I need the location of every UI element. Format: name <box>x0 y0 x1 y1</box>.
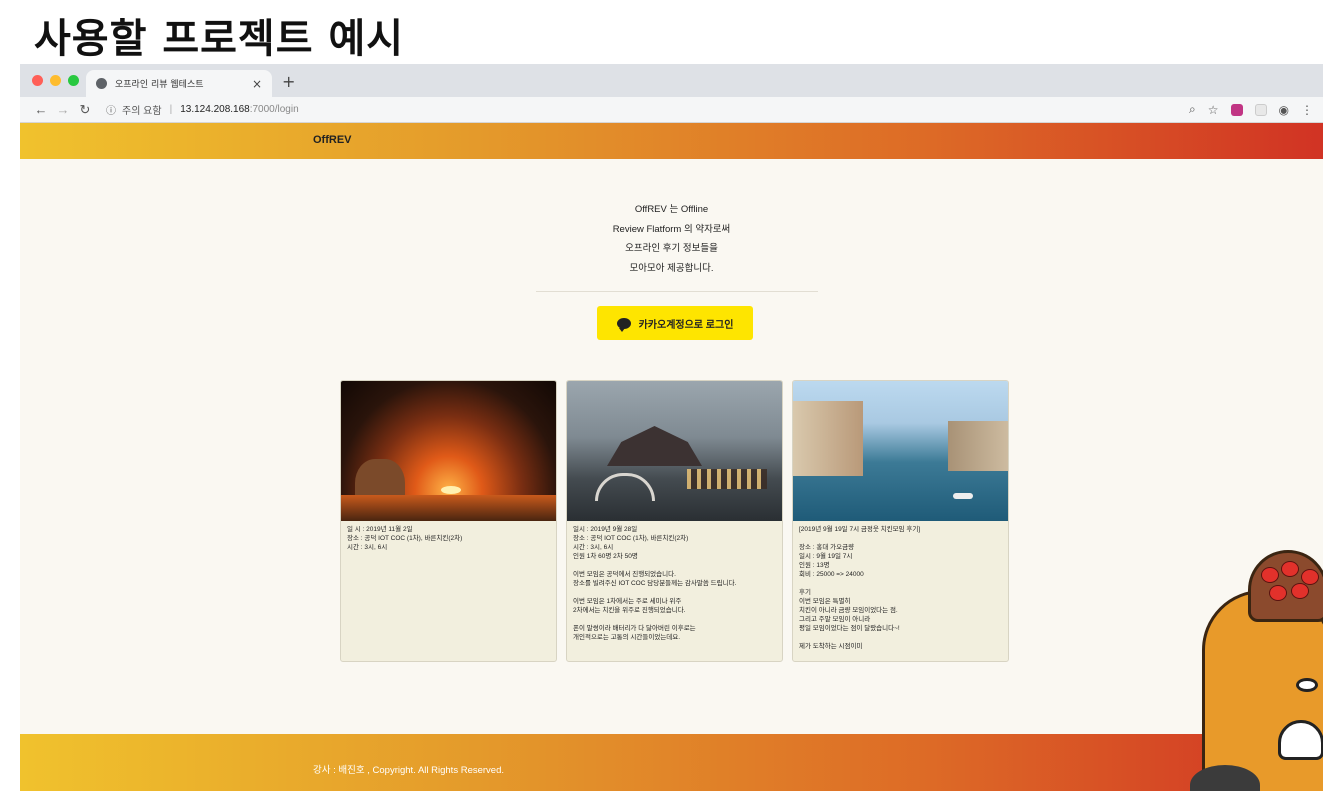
review-line: 시간 : 3시, 6시 <box>347 544 388 551</box>
review-line: 장소 : 공덕 IOT COC (1차), 바른치킨(2차) <box>347 535 463 542</box>
maximize-window-button[interactable] <box>68 75 79 86</box>
speech-bubble-icon <box>616 317 631 332</box>
review-line: 폰이 말썽이라 배터리가 다 닳아버린 이후로는 <box>573 625 696 632</box>
review-line: 인원 : 13명 <box>799 562 830 569</box>
star-icon[interactable]: ☆ <box>1208 103 1219 117</box>
intro-text: OffREV 는 Offline Review Flatform 의 약자로써 … <box>20 200 1323 278</box>
review-image <box>341 381 556 521</box>
mascot-illustration <box>1178 550 1323 791</box>
review-line: 시간 : 3시, 6시 <box>573 544 614 551</box>
close-tab-icon[interactable]: × <box>252 77 262 91</box>
zoom-icon[interactable]: ⌕ <box>1189 102 1196 117</box>
divider <box>536 291 818 292</box>
site-header: OffREV <box>20 123 1323 159</box>
review-line <box>573 615 776 624</box>
browser-toolbar: ← → ↻ ⓘ 주의 요함 | 13.124.208.168 :7000/log… <box>20 97 1323 123</box>
review-line: 일 시 : 2019년 11월 2일 <box>347 526 413 533</box>
review-line: 후기 <box>799 589 811 596</box>
kakao-login-label: 카카오계정으로 로그인 <box>638 319 734 331</box>
review-line: 인원 1차 60명 2차 50명 <box>573 553 638 560</box>
review-line <box>573 588 776 597</box>
intro-line: OffREV 는 Offline <box>634 204 709 215</box>
review-line: 평일 모임이었다는 점이 달랐습니다~! <box>799 625 900 632</box>
new-tab-button[interactable]: + <box>282 72 295 91</box>
review-cards: 일 시 : 2019년 11월 2일 장소 : 공덕 IOT COC (1차),… <box>340 380 1009 662</box>
slide-title: 사용할 프로젝트 예시 <box>34 16 405 62</box>
review-line: 회비 : 25000 => 24000 <box>799 571 864 578</box>
kakao-login-button[interactable]: 카카오계정으로 로그인 <box>597 306 753 340</box>
review-line <box>799 534 1002 543</box>
review-line <box>799 633 1002 642</box>
review-line: 장소 : 공덕 IOT COC (1차), 바른치킨(2차) <box>573 535 689 542</box>
site-footer: 강사 : 배진호 , Copyright. All Rights Reserve… <box>20 734 1323 791</box>
extension-blank-icon[interactable] <box>1254 103 1267 116</box>
review-line: 제가 도착하는 시점이미 <box>799 643 863 650</box>
brand-logo[interactable]: OffREV <box>313 134 352 146</box>
minimize-window-button[interactable] <box>50 75 61 86</box>
browser-window: 오프라인 리뷰 웹테스트 × + ← → ↻ ⓘ 주의 요함 | 13.124.… <box>20 64 1323 791</box>
review-line: 개인적으로는 고통의 시간들이었는데요. <box>573 634 681 641</box>
review-line <box>573 561 776 570</box>
review-text: [2019년 9월 19일 7시 금정웃 치킨모임 후기] 장소 : 홍대 가오… <box>793 521 1008 655</box>
globe-icon <box>96 78 107 89</box>
forward-arrow-icon[interactable]: → <box>52 102 74 117</box>
review-line: 이번 모임은 1차에서는 주로 세미나 위주 <box>573 598 682 605</box>
address-path: :7000/login <box>249 104 299 115</box>
review-line <box>799 579 1002 588</box>
toolbar-actions: ⌕ ☆ ◉ ⋮ <box>1189 102 1313 117</box>
reload-icon[interactable]: ↻ <box>74 102 96 118</box>
review-line: 이번 모임은 특별히 <box>799 598 851 605</box>
extension-icon[interactable] <box>1230 103 1243 116</box>
tab-title: 오프라인 리뷰 웹테스트 <box>115 80 204 90</box>
review-card[interactable]: [2019년 9월 19일 7시 금정웃 치킨모임 후기] 장소 : 홍대 가오… <box>792 380 1009 662</box>
review-line: 일시 : 9월 19일 7시 <box>799 553 853 560</box>
tab-strip: 오프라인 리뷰 웹테스트 × + <box>20 64 1323 97</box>
intro-line: 모아모아 제공합니다. <box>629 262 714 274</box>
profile-icon[interactable]: ◉ <box>1279 103 1289 117</box>
review-line: 일시 : 2019년 9월 28일 <box>573 526 638 533</box>
kebab-menu-icon[interactable]: ⋮ <box>1301 103 1313 117</box>
review-image <box>793 381 1008 521</box>
address-host: 13.124.208.168 <box>180 104 250 115</box>
address-bar[interactable]: ⓘ 주의 요함 | 13.124.208.168 :7000/login <box>106 102 299 117</box>
review-line: 치킨이 아니라 금량 모임이었다는 점. <box>799 607 898 614</box>
review-card[interactable]: 일 시 : 2019년 11월 2일 장소 : 공덕 IOT COC (1차),… <box>340 380 557 662</box>
review-line: 장소를 빌려주신 IOT COC 담당분들께는 감사말씀 드립니다. <box>573 580 737 587</box>
address-separator: | <box>169 104 173 115</box>
security-label: 주의 요함 <box>122 106 162 117</box>
review-line: 그리고 주말 모임이 아니라 <box>799 616 871 623</box>
close-window-button[interactable] <box>32 75 43 86</box>
review-line: 이번 모임은 공덕에서 진행되었습니다. <box>573 571 676 578</box>
info-icon[interactable]: ⓘ <box>106 102 116 117</box>
review-text: 일 시 : 2019년 11월 2일 장소 : 공덕 IOT COC (1차),… <box>341 521 556 556</box>
browser-tab[interactable]: 오프라인 리뷰 웹테스트 × <box>86 70 272 97</box>
review-line: [2019년 9월 19일 7시 금정웃 치킨모임 후기] <box>799 526 921 533</box>
review-line: 2차에서는 치킨을 위주로 진행되었습니다. <box>573 607 686 614</box>
review-text: 일시 : 2019년 9월 28일 장소 : 공덕 IOT COC (1차), … <box>567 521 782 646</box>
review-line: 장소 : 홍대 가오금량 <box>799 544 855 551</box>
review-image <box>567 381 782 521</box>
review-card[interactable]: 일시 : 2019년 9월 28일 장소 : 공덕 IOT COC (1차), … <box>566 380 783 662</box>
back-arrow-icon[interactable]: ← <box>30 102 52 117</box>
intro-line: Review Flatform 의 약자로써 <box>612 223 731 235</box>
window-controls <box>32 75 79 86</box>
copyright-text: 강사 : 배진호 , Copyright. All Rights Reserve… <box>313 765 505 776</box>
intro-line: 오프라인 후기 정보들을 <box>625 243 718 254</box>
